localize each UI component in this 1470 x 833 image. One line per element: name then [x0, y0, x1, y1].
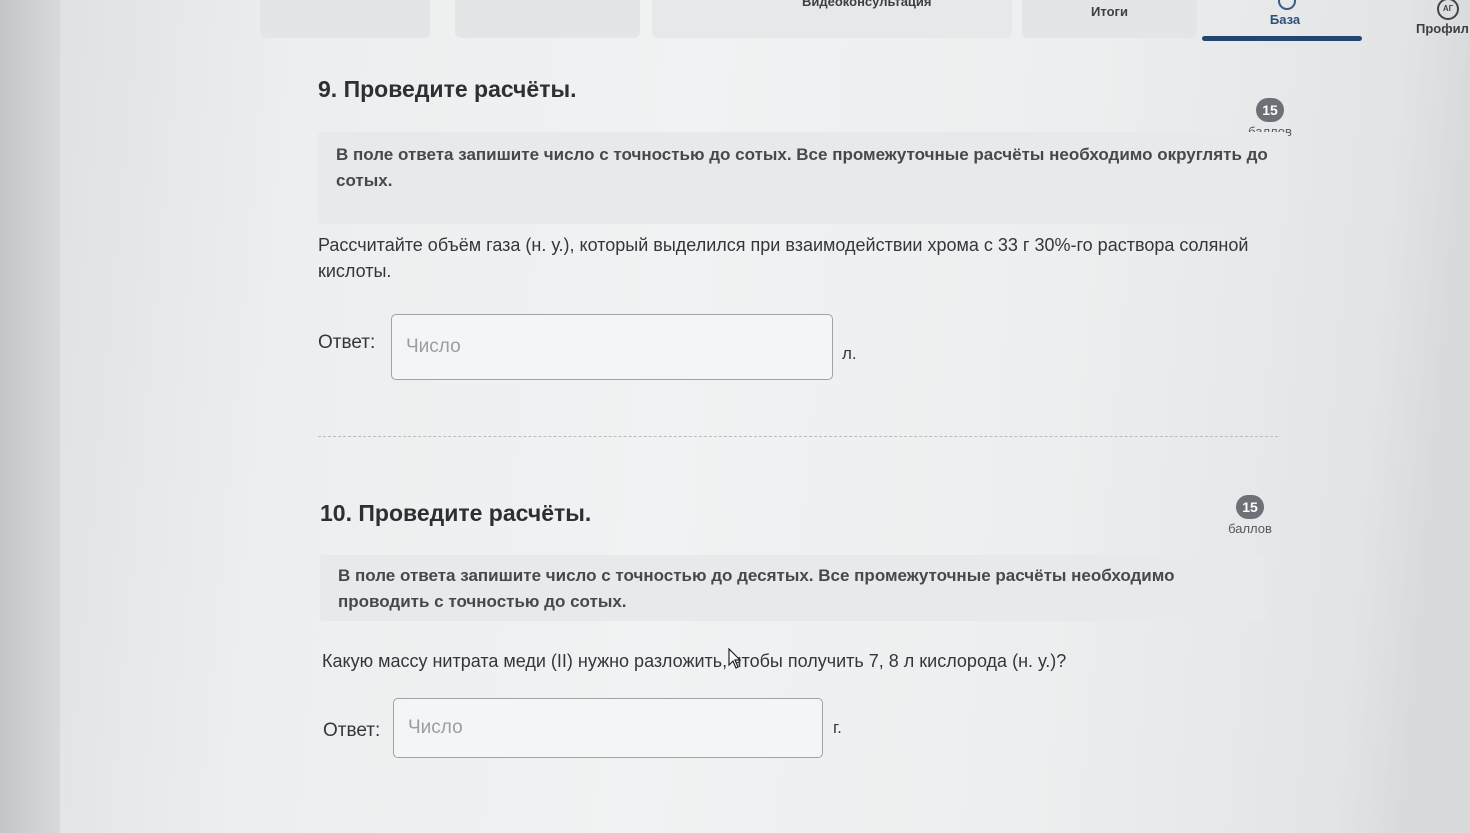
task-10-question: Какую массу нитрата меди (II) нужно разл…	[322, 651, 1067, 671]
task-10-title: 10. Проведите расчёты.	[320, 500, 592, 526]
task-10-answer-label: Ответ:	[323, 720, 381, 741]
mouse-cursor-icon	[728, 648, 742, 669]
screen: Видеоконсультация Итоги База АГ Профил 9…	[0, 0, 1470, 833]
task-10-unit: г.	[833, 718, 842, 737]
task-9-unit: л.	[842, 344, 857, 363]
task-10-score-badge: 15	[1236, 495, 1264, 519]
task-10-answer-input[interactable]	[393, 698, 823, 758]
tab-profile-label: Профил	[1416, 21, 1469, 36]
task-10-score-label: баллов	[1228, 521, 1272, 536]
task-9-answer-input[interactable]	[391, 314, 833, 380]
task-10-hint: В поле ответа запишите число с точностью…	[320, 555, 1265, 621]
task-9-answer-label: Ответ:	[318, 332, 376, 353]
left-edge	[0, 0, 60, 833]
tab-profile[interactable]: Профил	[1416, 21, 1469, 36]
task-list: 9. Проведите расчёты. 15 баллов В поле о…	[318, 0, 1308, 833]
task-9-score-badge: 15	[1256, 98, 1284, 122]
task-10-hint-text: В поле ответа запишите число с точностью…	[338, 566, 1175, 611]
task-divider	[318, 436, 1278, 437]
task-10-score: 15 баллов	[1220, 495, 1280, 536]
task-9-title: 9. Проведите расчёты.	[318, 76, 577, 102]
task-9-hint-text: В поле ответа запишите число с точностью…	[336, 145, 1268, 190]
task-9-hint: В поле ответа запишите число с точностью…	[318, 132, 1288, 224]
task-9-question: Рассчитайте объём газа (н. у.), который …	[318, 235, 1249, 281]
